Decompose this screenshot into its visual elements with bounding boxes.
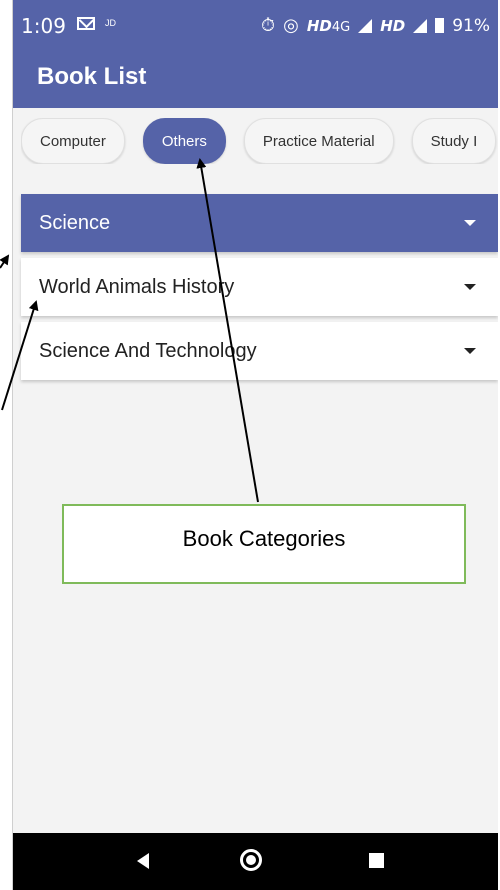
- status-bar: 1:09 JD ⏱ ◎ HD4G HD 91%: [13, 0, 498, 50]
- app-bar: Book List: [13, 50, 498, 108]
- annotation-callout: Book Categories: [62, 504, 466, 584]
- panel-science[interactable]: Science: [21, 194, 498, 252]
- panel-label: Science: [39, 211, 111, 234]
- status-time: 1:09: [21, 14, 66, 38]
- jio-icon: JD: [105, 18, 116, 28]
- signal-icon: [358, 18, 373, 33]
- panel-label: Science And Technology: [39, 339, 257, 362]
- back-icon[interactable]: [137, 853, 149, 869]
- panel-world-animals-history[interactable]: World Animals History: [21, 258, 498, 316]
- category-chip-computer[interactable]: Computer: [21, 118, 125, 164]
- category-chip-study[interactable]: Study I: [411, 118, 497, 164]
- panel-label: World Animals History: [39, 275, 235, 298]
- home-icon[interactable]: [240, 849, 262, 871]
- book-panel-list: Science World Animals History Science An…: [21, 194, 498, 386]
- panel-science-and-technology[interactable]: Science And Technology: [21, 322, 498, 380]
- annotation-arrow-left: [0, 254, 10, 269]
- battery-percent: 91%: [452, 15, 490, 36]
- alarm-icon: ⏱: [261, 15, 276, 36]
- phone-screen: 1:09 JD ⏱ ◎ HD4G HD 91% Book List Comput…: [12, 0, 498, 890]
- chevron-down-icon: [464, 284, 476, 290]
- android-nav-bar: [13, 833, 498, 890]
- annotation-text: Book Categories: [182, 526, 346, 551]
- battery-icon: [435, 18, 445, 33]
- chevron-down-icon: [464, 348, 476, 354]
- status-indicators: ⏱ ◎ HD4G HD 91%: [261, 15, 490, 36]
- network-label: HD4G: [306, 16, 351, 35]
- category-chips: Computer Others Practice Material Study …: [21, 118, 498, 164]
- page-title: Book List: [37, 63, 147, 90]
- chevron-down-icon: [464, 220, 476, 226]
- category-chip-others[interactable]: Others: [142, 118, 226, 164]
- category-chip-practice-material[interactable]: Practice Material: [243, 118, 394, 164]
- signal-icon-2: [413, 18, 428, 33]
- hotspot-icon: ◎: [283, 15, 299, 36]
- mail-icon: [77, 17, 95, 30]
- network-label-2: HD: [380, 16, 406, 35]
- recent-apps-icon[interactable]: [369, 853, 384, 868]
